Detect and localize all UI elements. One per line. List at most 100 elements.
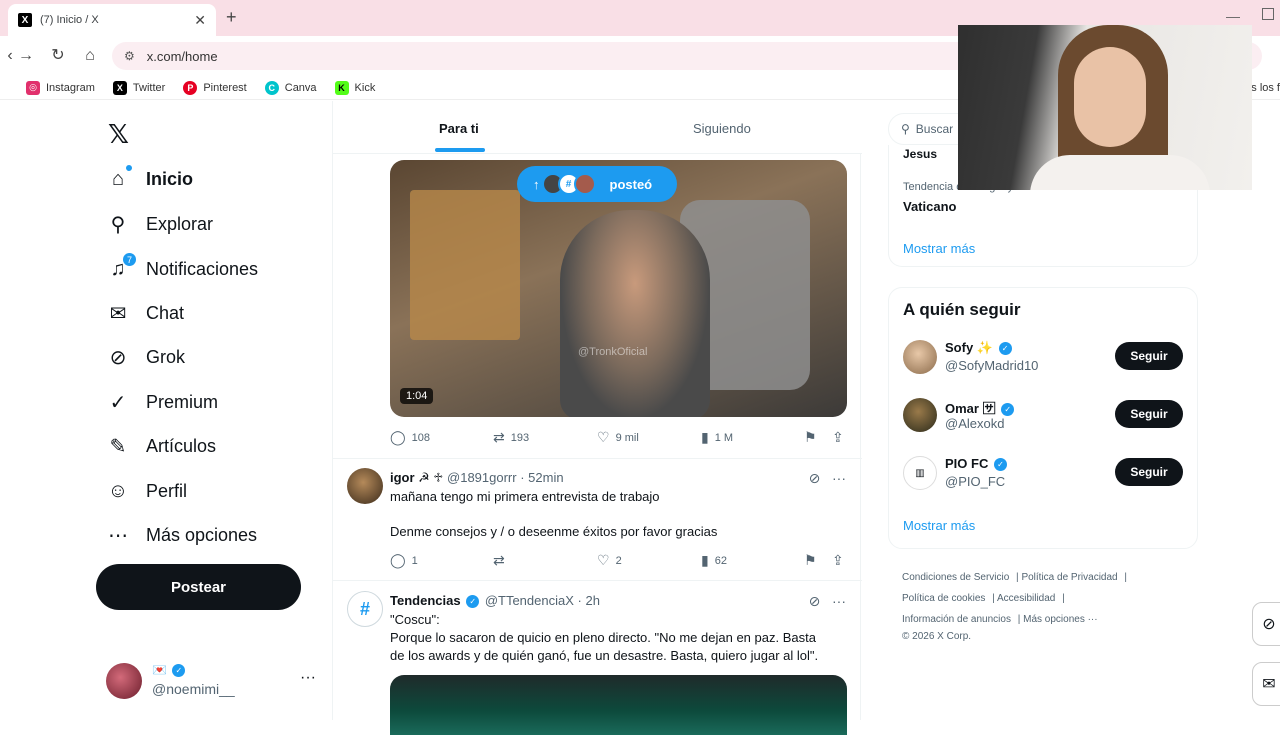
like-button[interactable]: ♡ 9 mil [597,429,639,446]
bookmark-button[interactable]: ⚑ [804,429,823,446]
new-posts-pill[interactable]: ↑ # posteó [517,166,677,202]
views-button[interactable]: ▮ 62 [701,552,727,569]
post-button[interactable]: Postear [96,564,301,610]
divider [333,580,862,581]
video-person [560,210,710,417]
footer-link[interactable]: Accesibilidad [997,593,1055,604]
suggestion-name: Sofy ✨ ✓ [945,340,1014,356]
suggestion-handle: @Alexokd [945,416,1005,431]
post-author-name[interactable]: Tendencias [390,593,461,608]
forward-icon[interactable]: → [16,46,36,66]
trend-name[interactable]: Vaticano [903,199,956,214]
follow-suggestion[interactable]: ▥ PIO FC ✓ @PIO_FC Seguir [903,454,1183,494]
reply-icon: ◯ [390,429,406,445]
footer-links: Condiciones de Servicio | Política de Pr… [902,567,1192,644]
reply-button[interactable]: ◯ 108 [390,429,430,446]
post-author-handle[interactable]: @1891gorrr [447,470,517,485]
nav-item-notificaciones[interactable]: ♫ 7 Notificaciones [106,249,258,289]
bookmark-instagram[interactable]: ◎ Instagram [26,80,95,95]
search-icon: ⚲ [110,213,126,236]
follow-button[interactable]: Seguir [1115,342,1183,370]
bookmark-pinterest[interactable]: P Pinterest [183,80,247,95]
post-more-icon[interactable]: ··· [832,593,846,609]
account-switcher[interactable]: 💌 ✓ @noemimi__ ··· [106,661,316,701]
grok-explain-icon[interactable]: ⊘ [809,470,821,486]
post-author-handle[interactable]: @TTendenciaX [485,593,574,608]
window-maximize-button[interactable] [1262,8,1274,20]
suggestion-name: PIO FC ✓ [945,456,1009,472]
grok-floating-icon[interactable]: ⊘ [1252,602,1280,646]
window-minimize-button[interactable]: — [1226,8,1240,24]
arrow-up-icon: ↑ [533,176,540,192]
avatar[interactable] [347,468,383,504]
post-author-name[interactable]: igor ☭ ♱ [390,470,443,485]
site-settings-icon[interactable]: ⚙ [124,49,135,63]
footer-link[interactable]: Política de Privacidad [1021,572,1117,583]
reply-button[interactable]: ◯ 1 [390,552,418,569]
bookmark-button[interactable]: ⚑ [804,552,823,569]
verified-icon: ✓ [172,664,186,678]
post-more-icon[interactable]: ··· [832,470,846,486]
hashtag-avatar-icon[interactable]: # [347,591,383,627]
account-more-icon[interactable]: ··· [300,669,316,687]
follow-suggestion[interactable]: Omar 🈂 ✓ @Alexokd Seguir [903,396,1183,436]
home-icon: ⌂ [106,165,132,191]
browser-tab[interactable]: X (7) Inicio / X ✕ [8,4,216,36]
x-logo-icon[interactable]: 𝕏 [108,119,129,150]
nav-item-grok[interactable]: ⊘ Grok [106,337,185,377]
show-more-link[interactable]: Mostrar más [903,241,975,256]
reload-icon[interactable]: ↻ [48,46,68,66]
post-time[interactable]: 52min [528,470,563,485]
profile-icon: ☺ [107,479,129,502]
bookmark-kick[interactable]: K Kick [334,80,375,95]
follow-suggestion[interactable]: Sofy ✨ ✓ @SofyMadrid10 Seguir [903,338,1183,378]
footer-link[interactable]: Información de anuncios [902,614,1011,625]
verified-icon: ✓ [998,342,1012,356]
share-button[interactable]: ⇪ [832,552,850,569]
nav-item-inicio[interactable]: ⌂ Inicio [106,159,193,199]
new-tab-button[interactable]: + [226,8,237,26]
messages-floating-icon[interactable]: ✉ [1252,662,1280,706]
game-video-thumbnail[interactable] [390,675,847,735]
avatar [903,340,937,374]
share-button[interactable]: ⇪ [832,429,850,446]
views-button[interactable]: ▮ 1 M [701,429,733,446]
repost-button[interactable]: ⇄ 193 [493,429,529,446]
verified-icon: ✓ [993,458,1007,472]
post-igor[interactable]: igor ☭ ♱ @1891gorrr · 52min ⊘ ··· mañana… [333,468,862,573]
nav-item-mas-opciones[interactable]: ⋯ Más opciones [106,515,257,555]
like-button[interactable]: ♡ 2 [597,552,622,569]
suggestion-handle: @PIO_FC [945,474,1006,489]
left-sidebar: 𝕏 ⌂ Inicio ⚲ Explorar ♫ 7 Notificaciones … [96,101,326,720]
bookmark-twitter[interactable]: X Twitter [112,80,165,95]
tab-close-icon[interactable]: ✕ [194,12,206,29]
heart-icon: ♡ [597,429,610,445]
footer-link[interactable]: Condiciones de Servicio [902,572,1009,583]
account-name: 💌 [152,663,167,677]
nav-item-chat[interactable]: ✉ Chat [106,293,184,333]
footer-link[interactable]: Más opciones ··· [1023,614,1097,625]
follow-button[interactable]: Seguir [1115,458,1183,486]
show-more-link[interactable]: Mostrar más [903,518,975,533]
repost-button[interactable]: ⇄ [493,552,511,569]
tab-siguiendo[interactable]: Siguiendo [693,121,751,136]
divider [333,458,862,459]
avatar [903,398,937,432]
home-browser-icon[interactable]: ⌂ [80,46,100,66]
grok-icon: ⊘ [109,346,127,369]
footer-link[interactable]: Política de cookies [902,593,985,604]
post-time[interactable]: 2h [585,593,599,608]
nav-item-perfil[interactable]: ☺ Perfil [106,471,187,511]
nav-item-articulos[interactable]: ✎ Artículos [106,426,216,466]
reply-icon: ◯ [390,552,406,568]
webcam-person-face [1074,47,1146,147]
nav-item-premium[interactable]: ✓ Premium [106,382,218,422]
bookmark-icon: ⚑ [804,429,817,445]
x-page: 𝕏 ⌂ Inicio ⚲ Explorar ♫ 7 Notificaciones … [0,101,1280,735]
tab-para-ti[interactable]: Para ti [439,121,479,136]
grok-explain-icon[interactable]: ⊘ [809,593,821,609]
trend-name[interactable]: Jesus [903,147,937,161]
bookmark-canva[interactable]: C Canva [264,80,317,95]
follow-button[interactable]: Seguir [1115,400,1183,428]
nav-item-explorar[interactable]: ⚲ Explorar [106,204,213,244]
